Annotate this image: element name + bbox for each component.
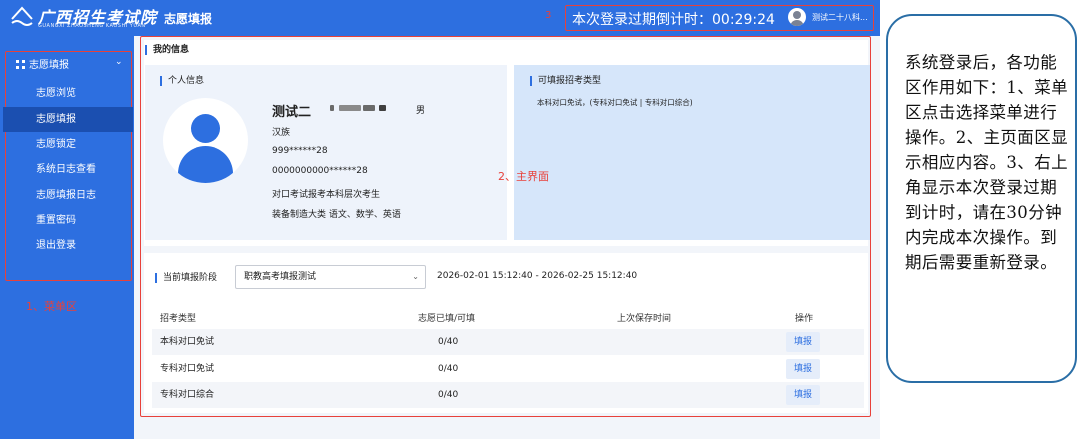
chevron-down-icon[interactable]: ⌄: [115, 57, 123, 67]
sidebar-item-fill[interactable]: 志愿填报: [3, 107, 133, 132]
user-avatar-icon[interactable]: [788, 8, 806, 26]
countdown-value: 00:29:24: [712, 12, 775, 28]
explanation-note: 系统登录后，各功能区作用如下：1、菜单区点击选择菜单进行操作。2、主页面区显示相…: [886, 14, 1077, 383]
sidebar-item-browse[interactable]: 志愿浏览: [0, 81, 134, 106]
grid-icon: [16, 60, 25, 69]
sidebar-item-lock[interactable]: 志愿锁定: [0, 132, 134, 157]
annotation-menu-area: 1、菜单区: [26, 300, 77, 313]
sidebar-item-reset-password[interactable]: 重置密码: [0, 208, 134, 233]
user-name[interactable]: 测试二十八科...: [812, 12, 868, 23]
sidebar-item-logout[interactable]: 退出登录: [0, 233, 134, 258]
countdown-label: 本次登录过期倒计时：: [572, 12, 712, 28]
sidebar-item-system-log[interactable]: 系统日志查看: [0, 157, 134, 182]
logo: 广西招生考试院 GUANGXI ZHAOSHENG KAOSHI YUAN: [10, 4, 156, 32]
main-area-highlight-box: [140, 36, 871, 417]
countdown-timer: 本次登录过期倒计时：00:29:24: [572, 9, 775, 29]
sidebar-menu: 志愿填报 ⌄ 志愿浏览 志愿填报 志愿锁定 系统日志查看 志愿填报日志 重置密码…: [0, 36, 134, 439]
sidebar-item-fill-log[interactable]: 志愿填报日志: [0, 183, 134, 208]
header-divider: [152, 11, 153, 25]
menu-group-header[interactable]: 志愿填报: [16, 56, 69, 71]
app-window: 广西招生考试院 GUANGXI ZHAOSHENG KAOSHI YUAN 志愿…: [0, 0, 880, 439]
annotation-3: 3: [545, 10, 552, 21]
page-title: 志愿填报: [164, 12, 213, 26]
wave-logo-icon: [11, 6, 33, 26]
menu-group-label: 志愿填报: [29, 60, 69, 71]
explanation-note-text: 系统登录后，各功能区作用如下：1、菜单区点击选择菜单进行操作。2、主页面区显示相…: [905, 53, 1068, 272]
logo-subtext: GUANGXI ZHAOSHENG KAOSHI YUAN: [38, 23, 146, 29]
